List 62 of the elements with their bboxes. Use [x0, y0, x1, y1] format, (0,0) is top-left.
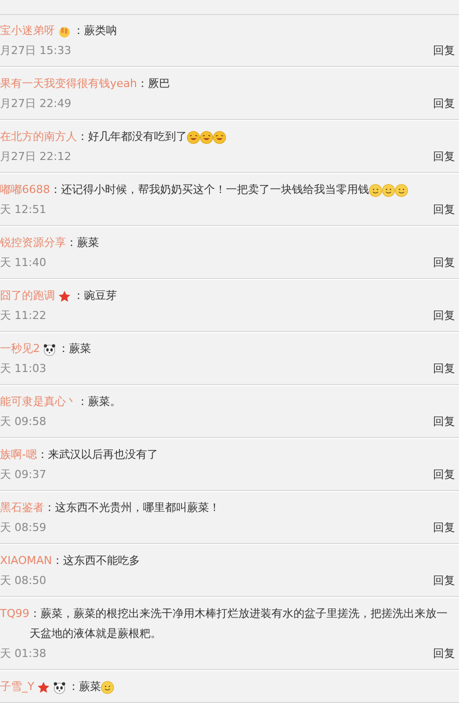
- comment-time: 月27日 22:12: [0, 149, 72, 165]
- reply-link[interactable]: 回复: [433, 644, 455, 664]
- comment-text: ：这东西不能吃多: [52, 553, 140, 569]
- smiley-icon: [382, 184, 395, 197]
- comment-time: 天 12:51: [0, 202, 46, 218]
- username-link[interactable]: 嘟嘟6688: [0, 180, 50, 200]
- hands-emoji-icon: [58, 25, 71, 38]
- comment-text: ：蕨菜: [66, 235, 99, 251]
- star-icon: [58, 290, 71, 303]
- reply-link[interactable]: 回复: [433, 94, 455, 114]
- comment-time: 月27日 22:49: [0, 96, 72, 112]
- username-link[interactable]: 一秒见2: [0, 339, 40, 359]
- comment-text: ：蕨菜。: [77, 394, 121, 410]
- username-link[interactable]: 能可隶是真心丶: [0, 392, 77, 412]
- username-link[interactable]: 果有一天我变得很有钱yeah: [0, 74, 137, 94]
- comment-time: 天 08:59: [0, 520, 46, 536]
- reply-link[interactable]: 回复: [433, 359, 455, 379]
- comment-text: ：厥巴: [137, 76, 170, 92]
- username-link[interactable]: 族啊-嗯: [0, 445, 37, 465]
- comment-time: 天 11:22: [0, 308, 46, 324]
- reply-link[interactable]: 回复: [433, 200, 455, 220]
- username-link[interactable]: 子雪_Y: [0, 677, 34, 697]
- reply-link[interactable]: 回复: [433, 41, 455, 61]
- comment-text: ：好几年都没有吃到了: [77, 129, 187, 145]
- username-link[interactable]: 在北方的南方人: [0, 127, 77, 147]
- comment-time: 月27日 15:33: [0, 43, 72, 59]
- comment-time: 天 01:38: [0, 646, 46, 662]
- comment-time: 天 08:50: [0, 573, 46, 589]
- username-link[interactable]: 囧了的跑调: [0, 286, 55, 306]
- username-link[interactable]: 黑石鉴者: [0, 498, 44, 518]
- panda-icon: [53, 681, 66, 694]
- comment-time: 天 11:03: [0, 361, 46, 377]
- reply-link[interactable]: 回复: [433, 518, 455, 538]
- reply-link[interactable]: 回复: [433, 571, 455, 591]
- comment-text: ：这东西不光贵州，哪里都叫蕨菜！: [44, 500, 220, 516]
- comment-text: ：豌豆芽: [73, 288, 117, 304]
- username-link[interactable]: 宝小迷弟呀: [0, 21, 55, 41]
- reply-link[interactable]: 回复: [433, 412, 455, 432]
- smiley-icon: [369, 184, 382, 197]
- username-link[interactable]: 锐控资源分享: [0, 233, 66, 253]
- comment-time: 天 09:58: [0, 414, 46, 430]
- comment-text: ：来武汉以后再也没有了: [36, 447, 158, 463]
- panda-icon: [43, 343, 56, 356]
- reply-link[interactable]: 回复: [433, 306, 455, 326]
- username-link[interactable]: TQ99: [0, 604, 30, 624]
- comment-text: ：还记得小时候，帮我奶奶买这个！一把卖了一块钱给我当零用钱: [50, 182, 369, 198]
- reply-link[interactable]: 回复: [433, 253, 455, 273]
- laughing-emoji-icon: [200, 131, 213, 144]
- comment-text: ：蕨类呐: [73, 23, 117, 39]
- reply-link[interactable]: 回复: [433, 465, 455, 485]
- laughing-emoji-icon: [187, 131, 200, 144]
- smiley-icon: [395, 184, 408, 197]
- comment-time: 天 11:40: [0, 255, 46, 271]
- reply-link[interactable]: 回复: [433, 147, 455, 167]
- comment-text: ：蕨菜: [58, 341, 91, 357]
- laughing-emoji-icon: [213, 131, 226, 144]
- comment-text: ：蕨菜，蕨菜的根挖出来洗干净用木棒打烂放进装有水的盆子里搓洗，把搓洗出来放一天盆地的液体就是蕨根粑。: [29, 606, 448, 642]
- username-link[interactable]: XIAOMAN: [0, 551, 52, 571]
- star-icon: [37, 681, 50, 694]
- comment-time: 天 09:37: [0, 467, 46, 483]
- smiley-icon: [101, 681, 114, 694]
- comment-text: ：蕨菜: [68, 679, 102, 695]
